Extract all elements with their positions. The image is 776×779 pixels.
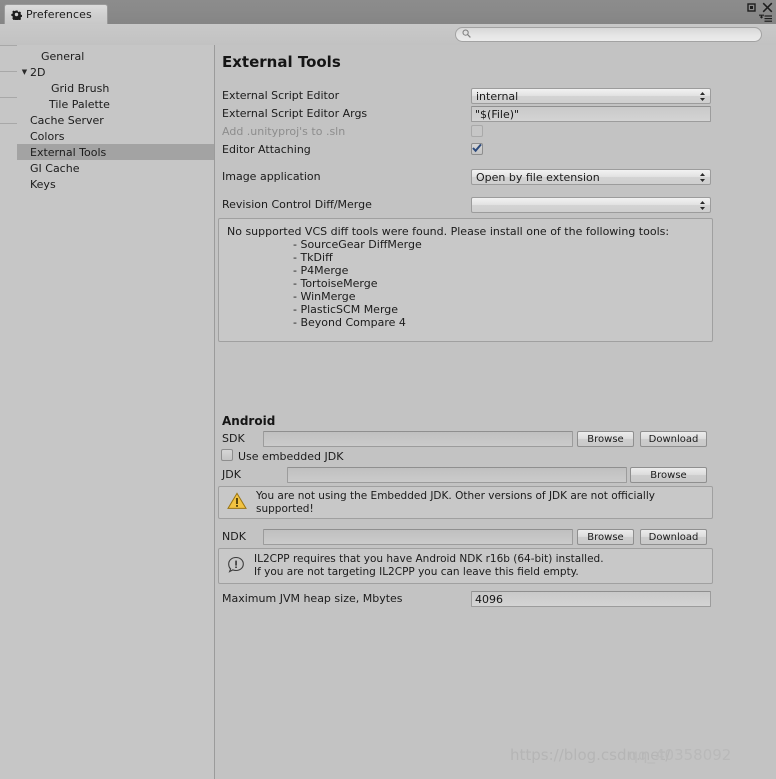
heap-size-value: 4096 <box>475 592 503 606</box>
sidebar-item-keys[interactable]: Keys <box>17 176 214 192</box>
use-embedded-jdk-label: Use embedded JDK <box>238 450 344 463</box>
vcs-tool-item: - TortoiseMerge <box>293 277 378 290</box>
editor-attaching-label: Editor Attaching <box>222 143 311 156</box>
hamburger-menu-icon[interactable] <box>759 13 772 22</box>
ndk-browse-label: Browse <box>587 531 624 543</box>
image-application-dropdown[interactable]: Open by file extension <box>471 169 711 185</box>
tab-preferences[interactable]: Preferences <box>4 4 108 24</box>
android-section-header: Android <box>222 414 276 428</box>
vcs-tool-item: - P4Merge <box>293 264 349 277</box>
checkmark-icon <box>472 143 482 156</box>
script-editor-args-value: "$(File)" <box>475 107 520 121</box>
sdk-download-label: Download <box>648 433 699 445</box>
stepper-arrows-icon <box>699 200 706 211</box>
editor-attaching-checkbox[interactable] <box>471 143 483 155</box>
ndk-info-line1: IL2CPP requires that you have Android ND… <box>254 553 604 565</box>
gear-icon <box>11 9 23 22</box>
title-bar: Preferences <box>0 0 776 24</box>
jdk-warning-box: You are not using the Embedded JDK. Othe… <box>218 486 713 519</box>
search-icon <box>462 28 471 41</box>
stepper-arrows-icon <box>699 172 706 183</box>
ndk-info-box: IL2CPP requires that you have Android ND… <box>218 548 713 584</box>
vcs-tool-item: - TkDiff <box>293 251 333 264</box>
sdk-input[interactable] <box>263 431 573 447</box>
revision-control-dropdown[interactable] <box>471 197 711 213</box>
ndk-info-text: IL2CPP requires that you have Android ND… <box>254 553 604 579</box>
close-icon[interactable] <box>762 2 773 13</box>
sdk-browse-label: Browse <box>587 433 624 445</box>
ndk-download-label: Download <box>648 531 699 543</box>
image-application-value: Open by file extension <box>476 170 600 184</box>
unityproj-checkbox <box>471 125 483 137</box>
sidebar-item-label: General <box>41 49 85 63</box>
jdk-label: JDK <box>222 468 241 481</box>
sidebar-item-label: Colors <box>30 129 65 143</box>
heap-size-input[interactable]: 4096 <box>471 591 711 607</box>
script-editor-dropdown[interactable]: internal <box>471 88 711 104</box>
use-embedded-jdk-checkbox[interactable] <box>221 449 233 461</box>
settings-tree: General ▼ 2D Grid Brush Tile Palette Cac… <box>17 45 215 779</box>
sidebar-item-2d[interactable]: ▼ 2D <box>17 64 214 80</box>
stepper-arrows-icon <box>699 91 706 102</box>
content-area: General ▼ 2D Grid Brush Tile Palette Cac… <box>0 45 776 779</box>
sdk-label: SDK <box>222 432 245 445</box>
tab-label: Preferences <box>26 8 92 21</box>
sidebar-item-cache-server[interactable]: Cache Server <box>17 112 214 128</box>
sidebar-item-label: Grid Brush <box>51 81 110 95</box>
jdk-browse-button[interactable]: Browse <box>630 467 707 483</box>
warning-triangle-icon <box>227 492 247 513</box>
sidebar-item-general[interactable]: General <box>17 48 214 64</box>
heap-size-label: Maximum JVM heap size, Mbytes <box>222 592 403 605</box>
search-box[interactable] <box>455 27 762 42</box>
revision-control-label: Revision Control Diff/Merge <box>222 198 372 211</box>
window-controls <box>746 2 773 13</box>
vcs-help-message: No supported VCS diff tools were found. … <box>227 225 670 238</box>
sdk-download-button[interactable]: Download <box>640 431 707 447</box>
sidebar-item-label: External Tools <box>30 145 107 159</box>
jdk-input[interactable] <box>287 467 627 483</box>
info-bubble-icon <box>227 556 245 577</box>
sidebar-item-label: Tile Palette <box>49 97 110 111</box>
vcs-tool-item: - SourceGear DiffMerge <box>293 238 422 251</box>
external-tools-panel: External Tools External Script Editor in… <box>215 45 776 779</box>
sidebar-item-external-tools[interactable]: External Tools <box>17 144 214 160</box>
ndk-download-button[interactable]: Download <box>640 529 707 545</box>
sidebar-item-label: GI Cache <box>30 161 80 175</box>
sidebar-item-label: 2D <box>30 65 46 79</box>
sidebar-item-label: Cache Server <box>30 113 104 127</box>
sidebar-item-colors[interactable]: Colors <box>17 128 214 144</box>
sdk-browse-button[interactable]: Browse <box>577 431 634 447</box>
image-application-label: Image application <box>222 170 321 183</box>
tree-twisty-icon[interactable]: ▼ <box>19 64 30 80</box>
script-editor-args-input[interactable]: "$(File)" <box>471 106 711 122</box>
vcs-tool-item: - WinMerge <box>293 290 356 303</box>
search-bar-strip <box>0 24 776 46</box>
jdk-warning-text: You are not using the Embedded JDK. Othe… <box>256 489 655 515</box>
sidebar-item-gi-cache[interactable]: GI Cache <box>17 160 214 176</box>
sidebar-item-grid-brush[interactable]: Grid Brush <box>17 80 214 96</box>
script-editor-value: internal <box>476 89 519 103</box>
ndk-browse-button[interactable]: Browse <box>577 529 634 545</box>
script-editor-args-label: External Script Editor Args <box>222 107 368 120</box>
ndk-input[interactable] <box>263 529 573 545</box>
page-title: External Tools <box>222 53 341 71</box>
ndk-info-line2: If you are not targeting IL2CPP you can … <box>254 566 579 578</box>
vcs-help-box: No supported VCS diff tools were found. … <box>218 218 713 342</box>
sidebar-item-label: Keys <box>30 177 56 191</box>
ndk-label: NDK <box>222 530 246 543</box>
script-editor-label: External Script Editor <box>222 89 340 102</box>
unityproj-label: Add .unityproj's to .sln <box>222 125 346 138</box>
search-input[interactable] <box>474 28 748 41</box>
jdk-browse-label: Browse <box>650 469 687 481</box>
left-gutter <box>0 45 17 779</box>
vcs-tool-item: - PlasticSCM Merge <box>293 303 399 316</box>
preferences-window: Preferences General ▼ 2D Grid Brush Tile… <box>0 0 776 779</box>
vcs-tool-item: - Beyond Compare 4 <box>293 316 406 329</box>
maximize-icon[interactable] <box>746 2 757 13</box>
sidebar-item-tile-palette[interactable]: Tile Palette <box>17 96 214 112</box>
